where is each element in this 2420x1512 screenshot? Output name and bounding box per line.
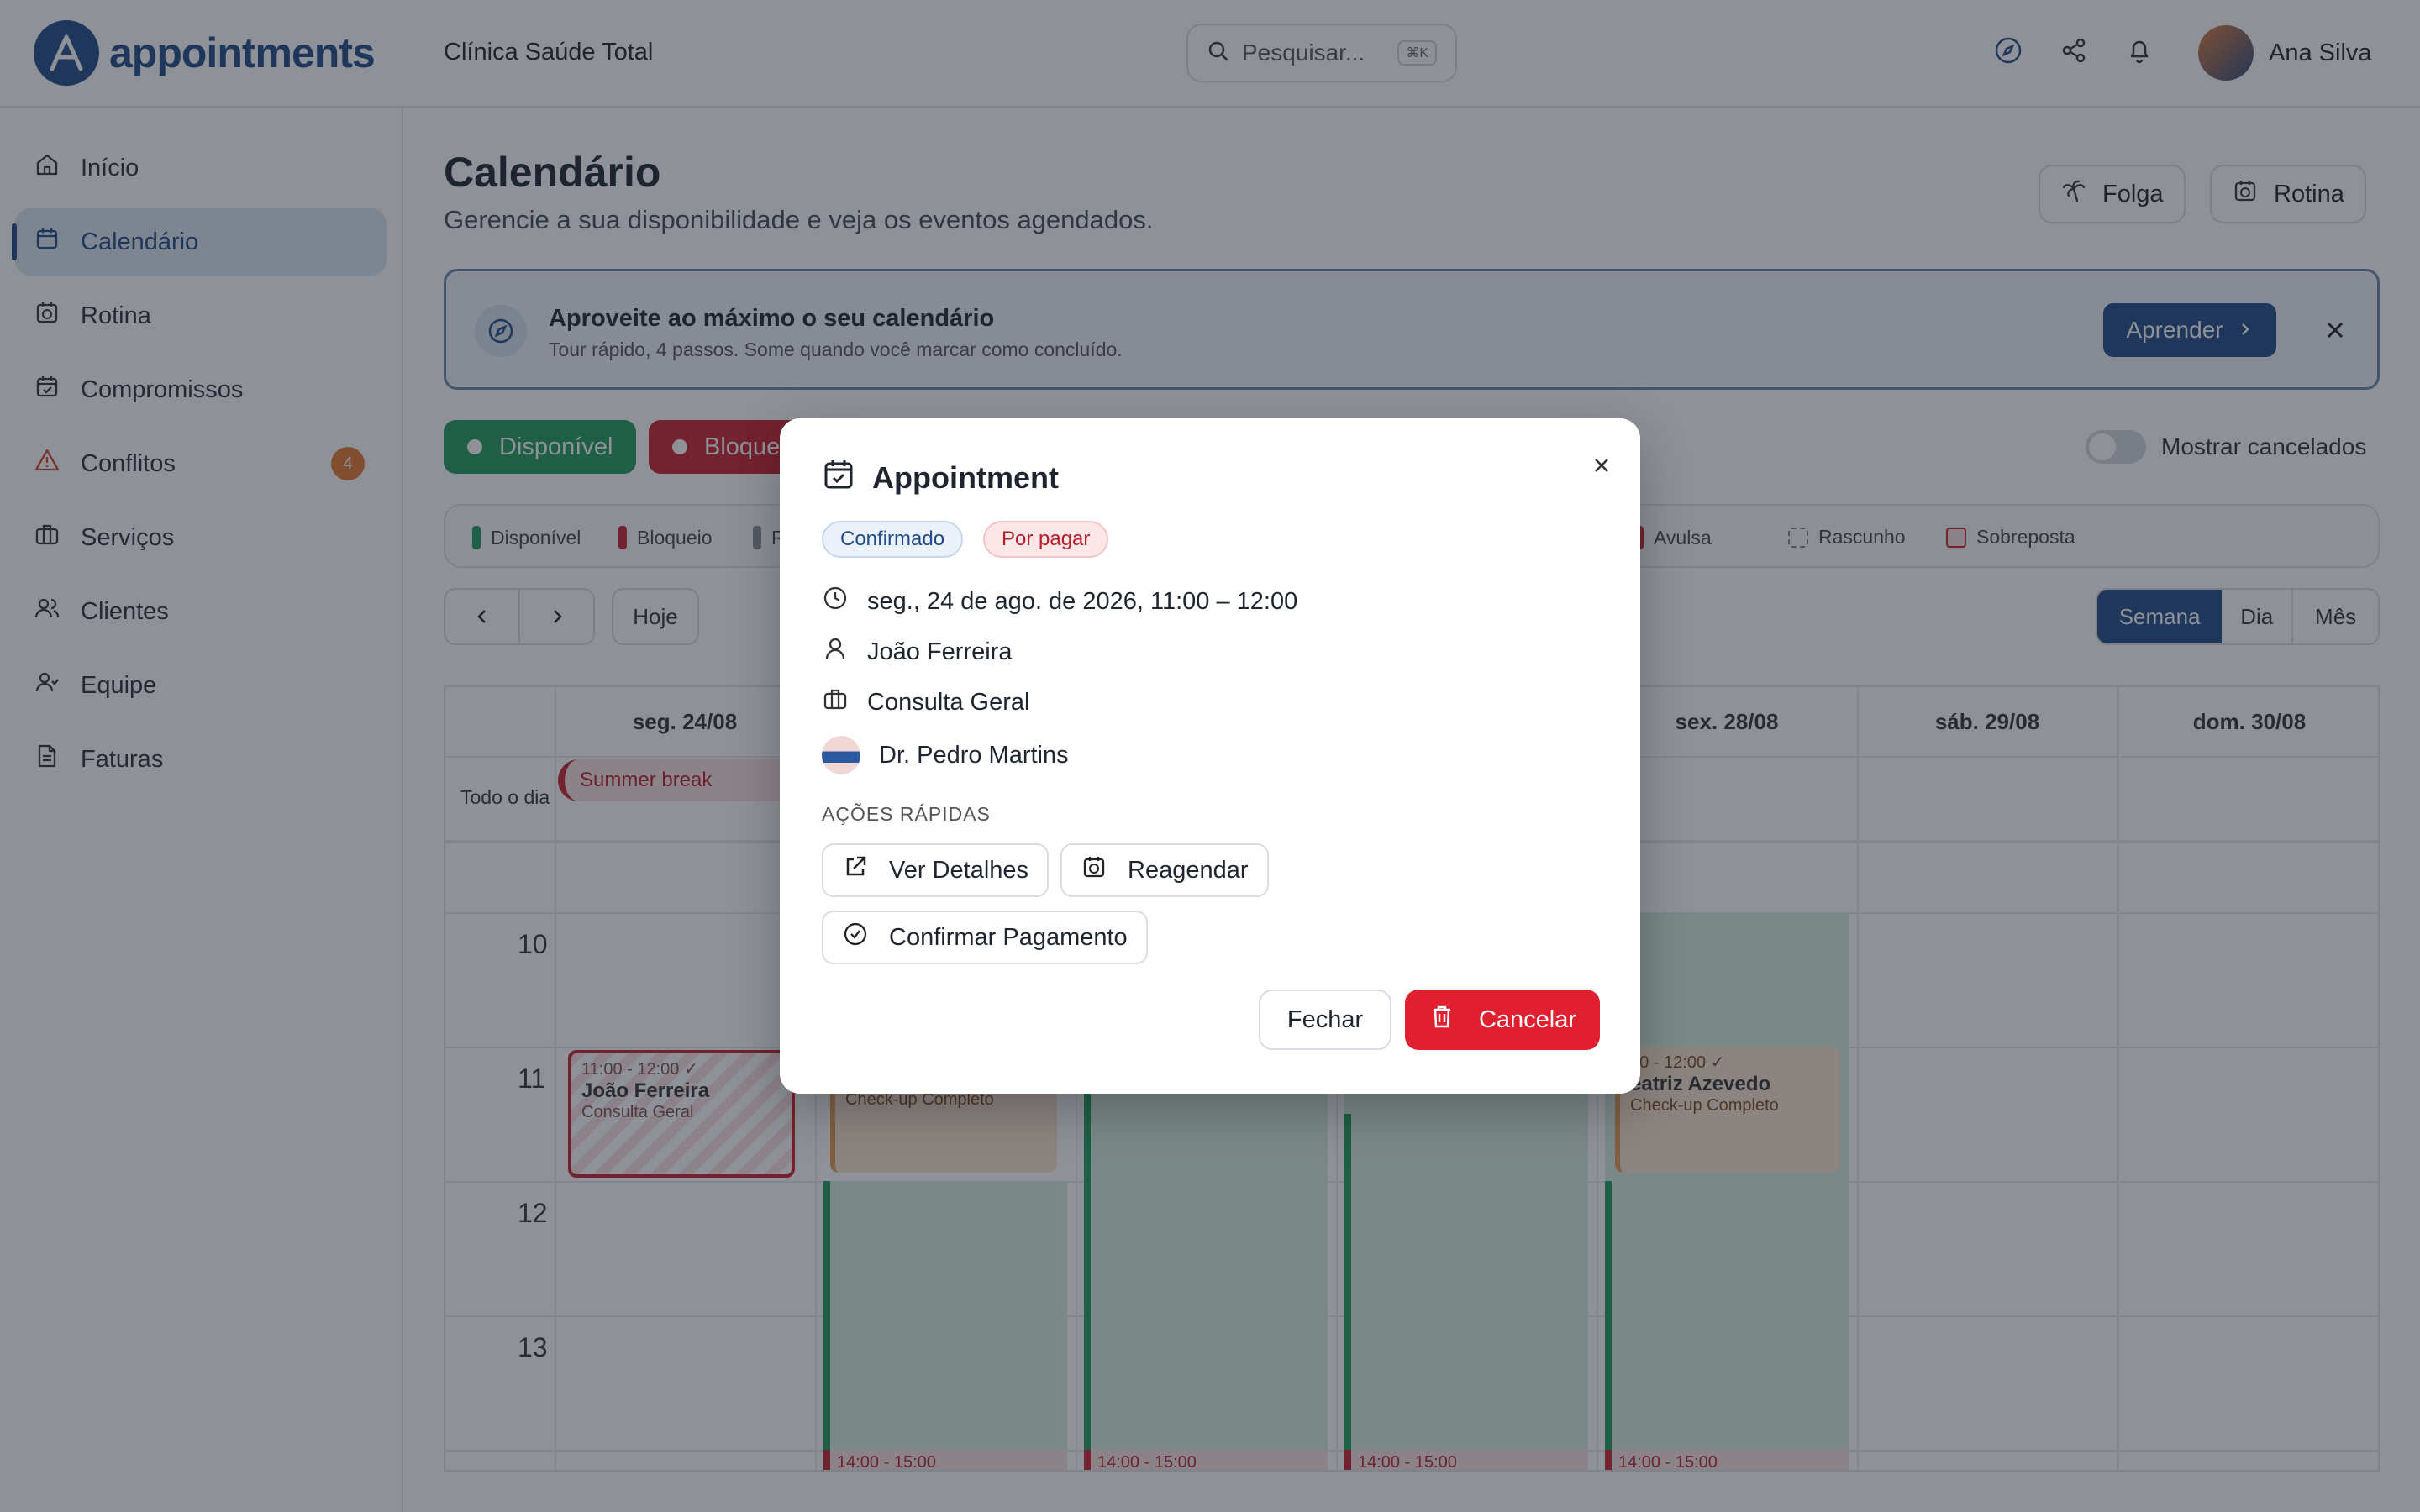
- calendar-clock-icon: [1081, 853, 1107, 887]
- close-icon[interactable]: [1585, 449, 1618, 482]
- modal-title: Appointment: [872, 459, 1059, 495]
- datetime-row: seg., 24 de ago. de 2026, 11:00 – 12:00: [822, 585, 1297, 618]
- close-button[interactable]: Fechar: [1259, 990, 1392, 1050]
- view-details-button[interactable]: Ver Detalhes: [822, 843, 1050, 897]
- cancel-appointment-button[interactable]: Cancelar: [1405, 990, 1600, 1050]
- client-name[interactable]: João Ferreira: [867, 638, 1012, 666]
- service-row: Consulta Geral: [822, 685, 1029, 719]
- check-circle-icon: [842, 921, 869, 954]
- payment-badge: Por pagar: [983, 521, 1109, 558]
- button-label: Cancelar: [1478, 1005, 1577, 1033]
- button-label: Confirmar Pagamento: [889, 923, 1128, 951]
- clock-icon: [822, 585, 849, 618]
- service-name: Consulta Geral: [867, 688, 1030, 716]
- staff-row: Dr. Pedro Martins: [822, 736, 1069, 774]
- quick-actions-heading: AÇÕES RÁPIDAS: [822, 803, 991, 825]
- appointment-modal: Appointment Confirmado Por pagar seg., 2…: [780, 418, 1640, 1094]
- client-row: João Ferreira: [822, 635, 1012, 669]
- button-label: Reagendar: [1128, 856, 1249, 884]
- user-icon: [822, 635, 849, 669]
- status-badge: Confirmado: [822, 521, 964, 558]
- confirm-payment-button[interactable]: Confirmar Pagamento: [822, 911, 1148, 964]
- reschedule-button[interactable]: Reagendar: [1060, 843, 1269, 897]
- modal-title-row: Appointment: [822, 457, 1059, 498]
- appointment-datetime: seg., 24 de ago. de 2026, 11:00 – 12:00: [867, 587, 1298, 615]
- app-root: appointments Clínica Saúde Total Pesquis…: [0, 0, 2420, 1512]
- briefcase-icon: [822, 685, 849, 719]
- external-link-icon: [842, 853, 869, 887]
- staff-name: Dr. Pedro Martins: [879, 741, 1069, 769]
- trash-icon: [1428, 1003, 1455, 1037]
- button-label: Ver Detalhes: [889, 856, 1029, 884]
- calendar-check-icon: [822, 457, 855, 498]
- staff-avatar: [822, 736, 860, 774]
